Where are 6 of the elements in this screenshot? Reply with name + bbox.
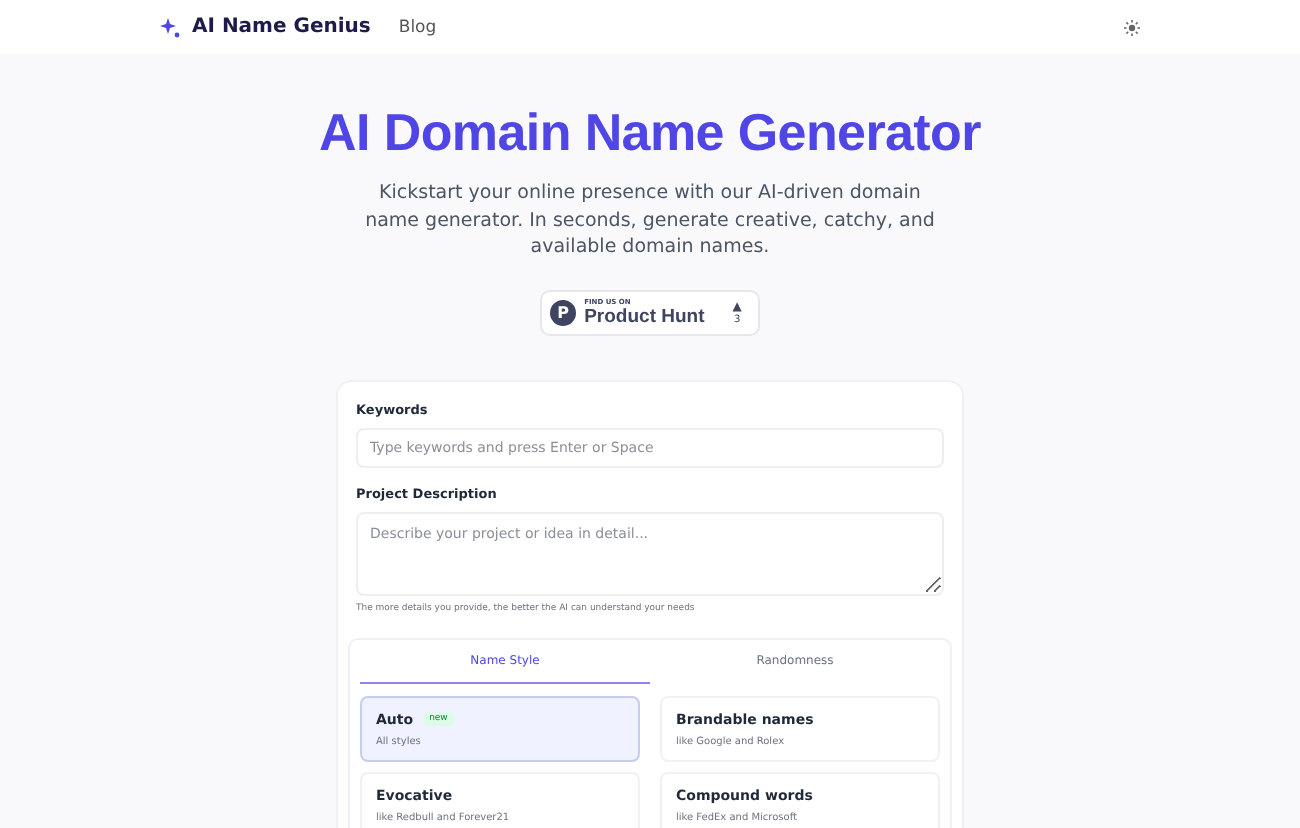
page-subtitle: Kickstart your online presence with our AI-driven domain name generator. In seconds, generate creative, catchy, and available domain names. bbox=[363, 180, 937, 261]
sparkle-logo-icon bbox=[160, 17, 180, 37]
brand-name[interactable]: AI Name Genius bbox=[192, 16, 371, 38]
sun-theme-icon[interactable] bbox=[1124, 19, 1140, 35]
nav-link[interactable]: Blog bbox=[398, 17, 437, 37]
page-title: AI Domain Name Generator bbox=[319, 102, 981, 164]
